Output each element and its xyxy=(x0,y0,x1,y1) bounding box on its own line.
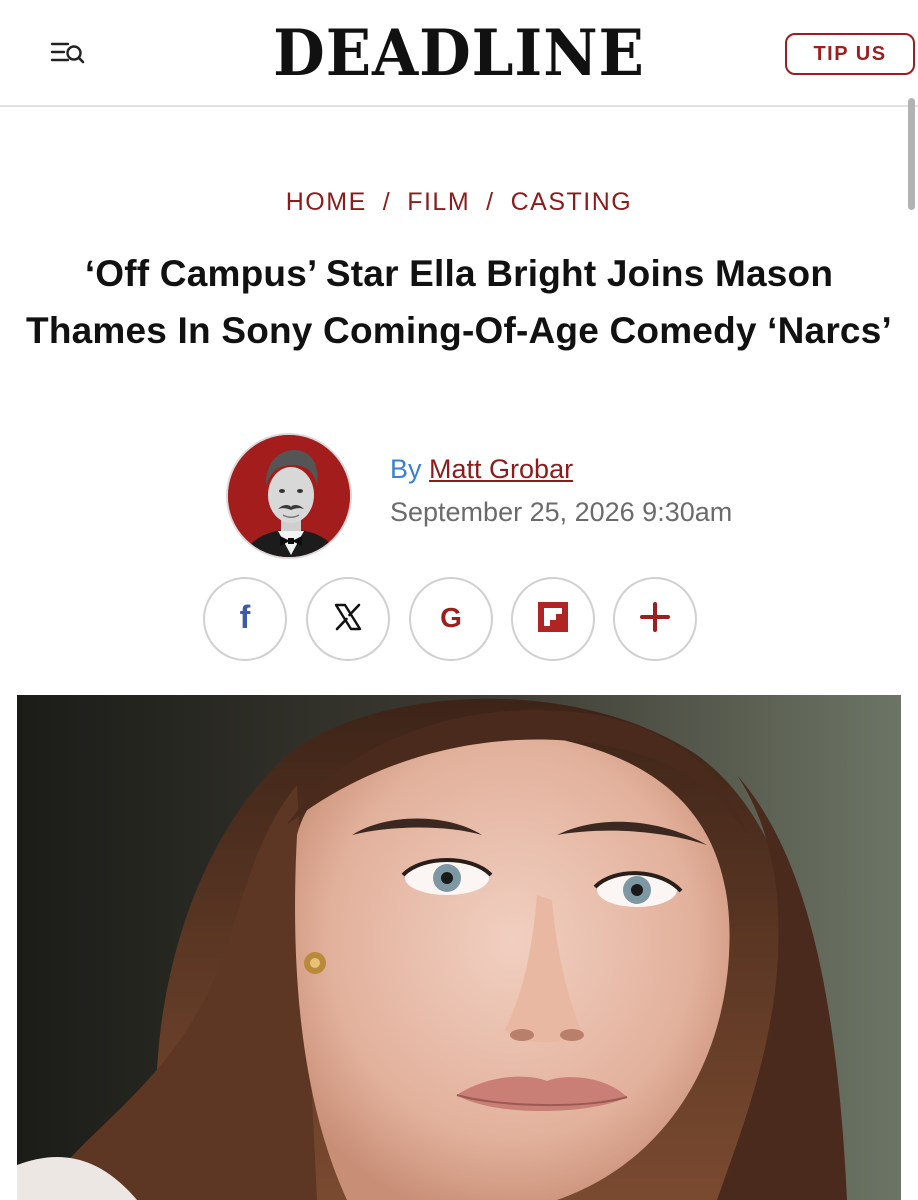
article-hero-image[interactable] xyxy=(17,695,901,1200)
article-page: DEADLINE TIP US HOME / FILM / CASTING ‘Off C… xyxy=(0,0,918,1200)
author-link[interactable]: Matt Grobar xyxy=(429,454,573,484)
google-icon: G xyxy=(437,602,465,637)
breadcrumb-separator: / xyxy=(382,188,392,216)
publish-date: September 25, 2026 9:30am xyxy=(390,497,733,527)
share-more-button[interactable] xyxy=(613,577,697,661)
share-flipboard-button[interactable] xyxy=(511,577,595,661)
breadcrumb-casting[interactable]: CASTING xyxy=(511,188,633,216)
share-x-button[interactable] xyxy=(306,577,390,661)
site-logo[interactable]: DEADLINE xyxy=(32,18,886,90)
flipboard-icon xyxy=(538,601,568,637)
x-icon xyxy=(333,602,363,637)
share-facebook-button[interactable]: f xyxy=(203,577,287,661)
breadcrumb: HOME / FILM / CASTING xyxy=(0,188,918,217)
facebook-icon: f xyxy=(232,599,258,638)
plus-icon xyxy=(640,601,670,637)
site-header: DEADLINE TIP US xyxy=(0,0,918,107)
tip-us-button[interactable]: TIP US xyxy=(785,33,915,75)
byline: By Matt Grobar xyxy=(390,454,573,485)
byline-prefix: By xyxy=(390,454,422,484)
breadcrumb-separator: / xyxy=(486,188,495,216)
breadcrumb-film[interactable]: FILM xyxy=(407,188,470,216)
breadcrumb-home[interactable]: HOME xyxy=(286,188,367,216)
svg-text:f: f xyxy=(240,601,251,633)
author-avatar[interactable] xyxy=(226,433,352,559)
share-google-button[interactable]: G xyxy=(409,577,493,661)
article-headline: ‘Off Campus’ Star Ella Bright Joins Maso… xyxy=(26,253,892,351)
svg-text:G: G xyxy=(440,602,462,632)
